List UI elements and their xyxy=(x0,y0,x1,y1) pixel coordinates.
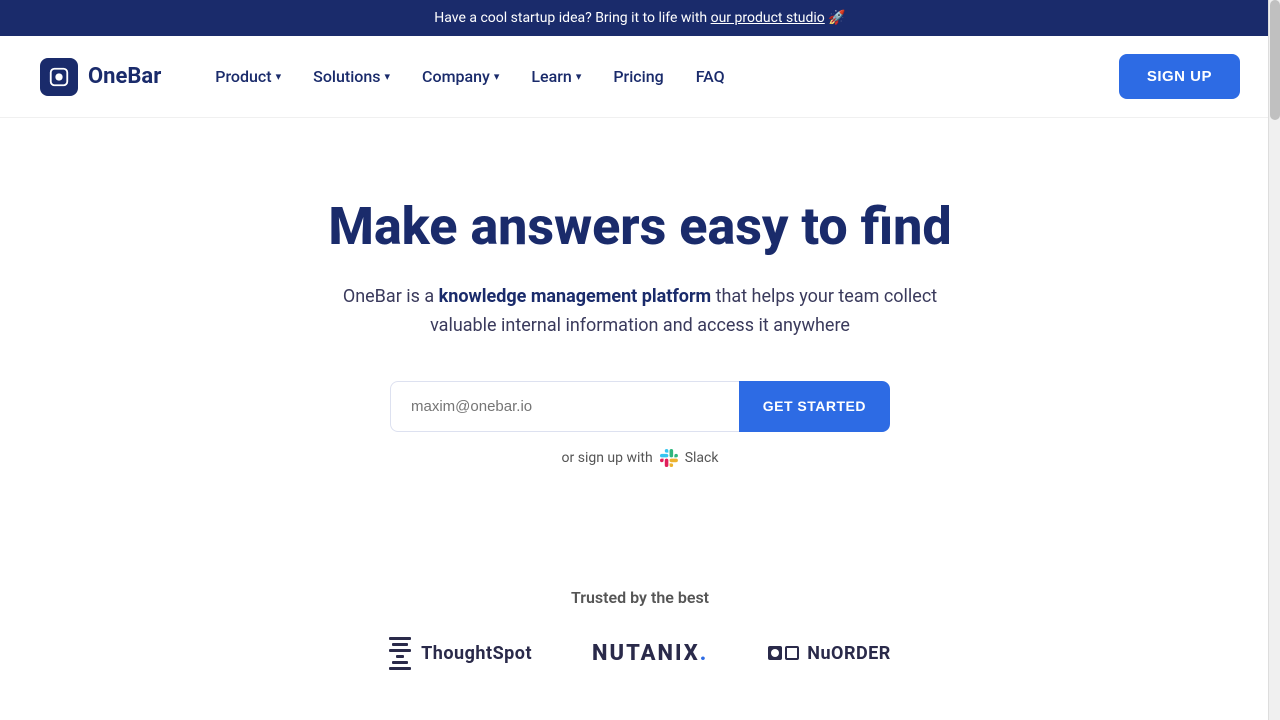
nutanix-logo: NUTANIX. xyxy=(592,641,708,666)
trusted-logos: ThoughtSpot NUTANIX. NuORDER xyxy=(40,637,1240,670)
logo-text: OneBar xyxy=(88,64,161,89)
banner-text: Have a cool startup idea? Bring it to li… xyxy=(434,10,707,26)
email-input[interactable] xyxy=(390,381,739,432)
top-banner: Have a cool startup idea? Bring it to li… xyxy=(0,0,1280,36)
nav-label-company: Company xyxy=(422,67,490,86)
hero-heading: Make answers easy to find xyxy=(40,198,1240,255)
slack-signup: or sign up with Slack xyxy=(40,448,1240,468)
chevron-down-icon: ▾ xyxy=(385,70,391,83)
trusted-label: Trusted by the best xyxy=(40,588,1240,607)
nav-label-pricing: Pricing xyxy=(613,67,663,86)
nav-item-product[interactable]: Product ▾ xyxy=(201,59,295,94)
signup-button[interactable]: SIGN UP xyxy=(1119,54,1240,99)
nuorder-text: NuORDER xyxy=(807,643,891,664)
logo-svg xyxy=(48,66,70,88)
slack-icon xyxy=(659,448,679,468)
nav-item-company[interactable]: Company ▾ xyxy=(408,59,513,94)
scrollbar[interactable] xyxy=(1268,0,1280,720)
nav-label-faq: FAQ xyxy=(696,67,725,86)
hero-desc-prefix: OneBar is a xyxy=(343,286,439,307)
logo[interactable]: OneBar xyxy=(40,58,161,96)
trusted-section: Trusted by the best ThoughtSpot NUTANIX. xyxy=(0,588,1280,710)
nutanix-text: NUTANIX. xyxy=(592,641,708,666)
chevron-down-icon: ▾ xyxy=(276,70,282,83)
nav-item-solutions[interactable]: Solutions ▾ xyxy=(299,59,404,94)
nav-links: Product ▾ Solutions ▾ Company ▾ Learn ▾ … xyxy=(201,59,1119,94)
thoughtspot-icon xyxy=(389,637,411,670)
nav-label-solutions: Solutions xyxy=(313,67,380,86)
nuorder-icon xyxy=(768,646,799,660)
chevron-down-icon: ▾ xyxy=(576,70,582,83)
thoughtspot-text: ThoughtSpot xyxy=(421,643,532,664)
hero-section: Make answers easy to find OneBar is a kn… xyxy=(0,118,1280,588)
navbar: OneBar Product ▾ Solutions ▾ Company ▾ L… xyxy=(0,36,1280,118)
chevron-down-icon: ▾ xyxy=(494,70,500,83)
slack-label: Slack xyxy=(685,450,719,466)
nav-item-pricing[interactable]: Pricing xyxy=(599,59,677,94)
thoughtspot-logo: ThoughtSpot xyxy=(389,637,532,670)
nav-label-learn: Learn xyxy=(531,67,571,86)
nuorder-logo: NuORDER xyxy=(768,643,891,664)
slack-signup-prefix: or sign up with xyxy=(562,450,653,466)
nav-item-faq[interactable]: FAQ xyxy=(682,59,739,94)
hero-desc-bold: knowledge management platform xyxy=(439,286,712,307)
hero-description: OneBar is a knowledge management platfor… xyxy=(320,283,960,341)
logo-icon xyxy=(40,58,78,96)
banner-emoji: 🚀 xyxy=(828,10,845,26)
banner-link[interactable]: our product studio xyxy=(711,10,825,26)
get-started-button[interactable]: GET STARTED xyxy=(739,381,890,432)
email-form: GET STARTED xyxy=(390,381,890,432)
nav-label-product: Product xyxy=(215,67,271,86)
nav-item-learn[interactable]: Learn ▾ xyxy=(517,59,595,94)
